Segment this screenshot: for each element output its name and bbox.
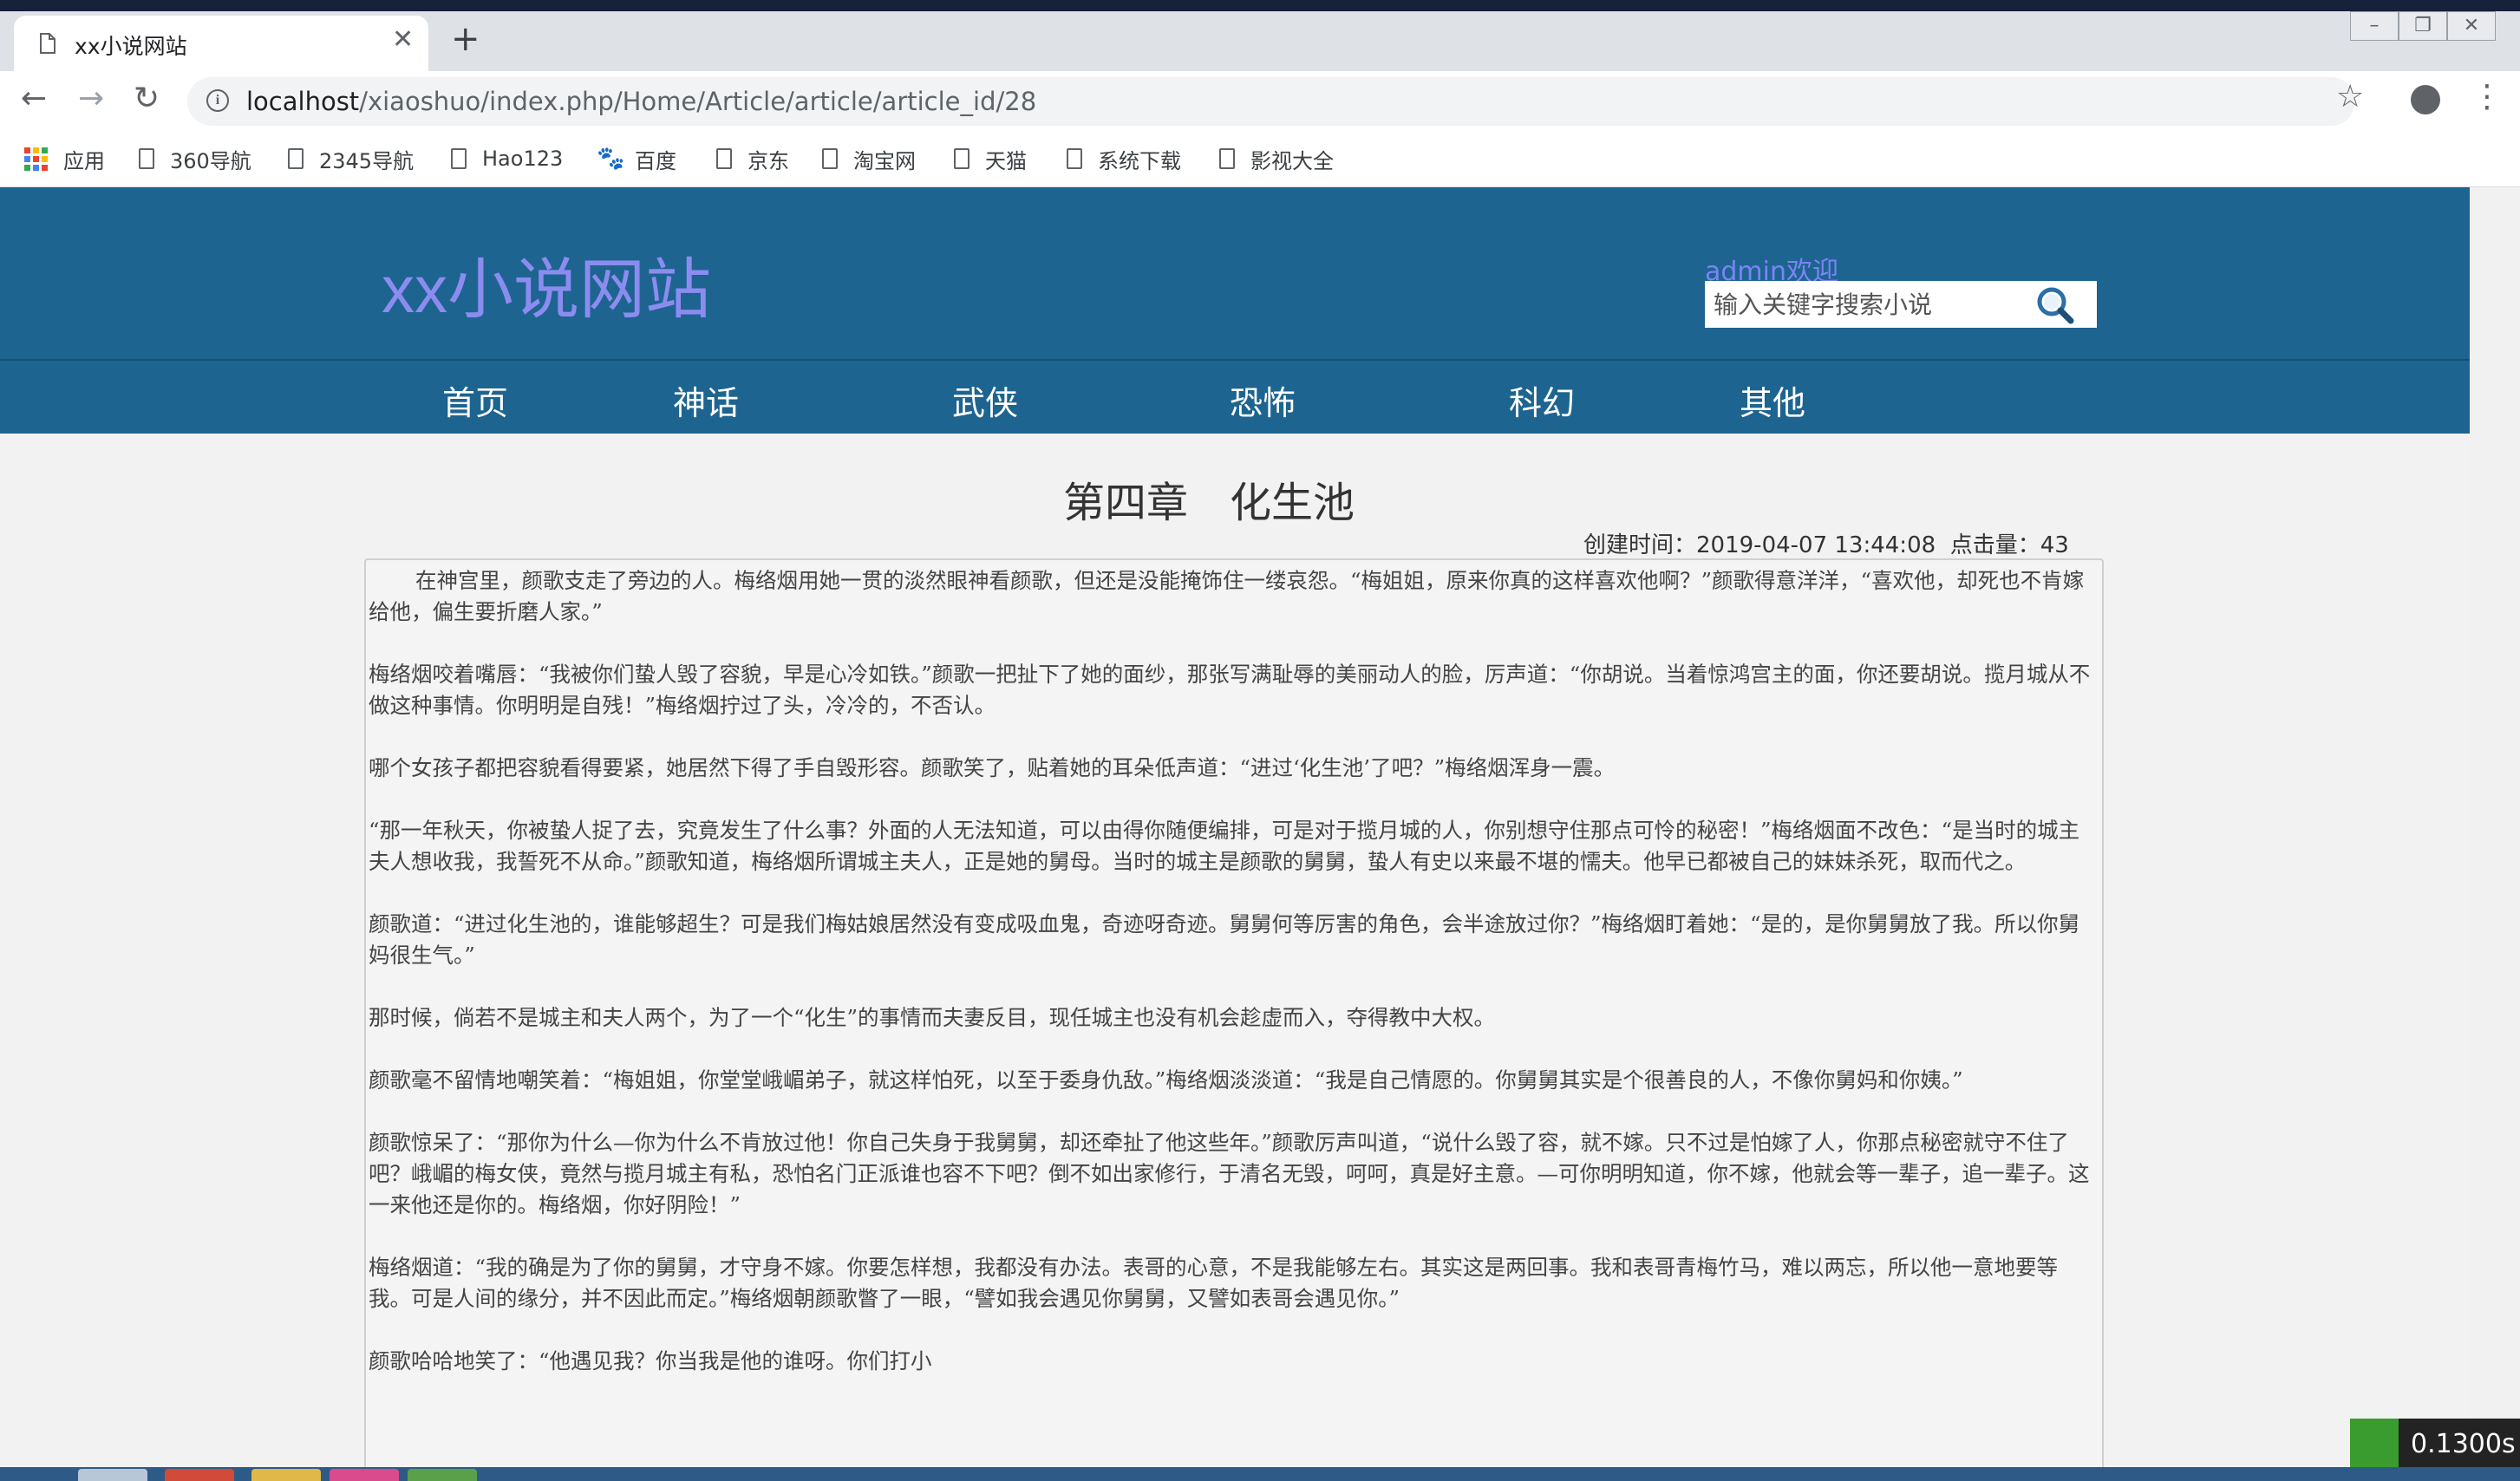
click-count: 43 — [2040, 532, 2069, 558]
paragraph: 颜歌毫不留情地嘲笑着：“梅姐姐，你堂堂峨嵋弟子，就这样怕死，以至于委身仇敌。”梅… — [369, 1067, 1963, 1093]
article-content[interactable]: 在神宫里，颜歌支走了旁边的人。梅络烟用她一贯的淡然眼神看颜歌，但还是没能掩饰住一… — [364, 558, 2104, 1478]
bookmark-360[interactable]: 360导航 — [139, 144, 251, 173]
restore-button[interactable]: ❐ — [2399, 11, 2447, 41]
created-time: 2019-04-07 13:44:08 — [1696, 532, 1936, 558]
page-icon — [716, 148, 732, 169]
apps-grid-icon — [24, 147, 48, 171]
page-icon — [954, 148, 969, 169]
browser-toolbar: ← → ↻ i localhost/xiaoshuo/index.php/Hom… — [0, 71, 2520, 132]
nav-other[interactable]: 其他 — [1740, 376, 1805, 424]
site-header: xx小说网站 admin欢迎 — [0, 187, 2470, 359]
minimize-button[interactable]: – — [2350, 11, 2399, 41]
page-icon — [40, 33, 55, 54]
paragraph: 颜歌道：“进过化生池的，谁能够超生？可是我们梅姑娘居然没有变成吸血鬼，奇迹呀奇迹… — [369, 911, 2080, 968]
browser-tab-strip: xx小说网站 ✕ + – ❐ ✕ — [0, 11, 2520, 71]
paragraph: 梅络烟咬着嘴唇：“我被你们蛰人毁了容貌，早是心冷如铁。”颜歌一把扯下了她的面纱，… — [369, 662, 2091, 718]
bookmark-tmall[interactable]: 天猫 — [954, 144, 1027, 173]
bookmark-label: 天猫 — [985, 148, 1027, 173]
nav-home[interactable]: 首页 — [442, 376, 508, 424]
close-icon[interactable]: ✕ — [392, 27, 414, 53]
page-icon — [822, 148, 838, 169]
taskbar-app[interactable] — [78, 1469, 147, 1481]
bookmark-star-icon[interactable]: ☆ — [2336, 82, 2364, 113]
page-icon — [1219, 148, 1235, 169]
bookmark-system-download[interactable]: 系统下载 — [1067, 144, 1181, 173]
paragraph: 在神宫里，颜歌支走了旁边的人。梅络烟用她一贯的淡然眼神看颜歌，但还是没能掩饰住一… — [369, 568, 2085, 624]
nav-myth[interactable]: 神话 — [673, 376, 739, 424]
paragraph: 颜歌哈哈地笑了：“他遇见我？你当我是他的谁呀。你们打小 — [369, 1348, 932, 1373]
taskbar-app[interactable] — [408, 1469, 477, 1481]
nav-wuxia[interactable]: 武侠 — [952, 376, 1018, 424]
page-icon — [1067, 148, 1082, 169]
paragraph: 那时候，倘若不是城主和夫人两个，为了一个“化生”的事情而夫妻反目，现任城主也没有… — [369, 1005, 1496, 1030]
taskbar-app[interactable] — [165, 1469, 234, 1481]
back-arrow-icon[interactable]: ← — [21, 83, 47, 114]
trace-logo-icon — [2350, 1419, 2399, 1467]
article-meta: 创建时间：2019-04-07 13:44:08 点击量：43 — [1583, 532, 2069, 558]
reload-icon[interactable]: ↻ — [134, 83, 160, 114]
paragraph: 哪个女孩子都把容貌看得要紧，她居然下得了手自毁形容。颜歌笑了，贴着她的耳朵低声道… — [369, 755, 1616, 780]
site-logo[interactable]: xx小说网站 — [382, 236, 711, 331]
bookmark-label: 京东 — [748, 148, 789, 173]
bookmark-label: 淘宝网 — [853, 148, 916, 173]
paragraph: 梅络烟道：“我的确是为了你的舅舅，才守身不嫁。你要怎样想，我都没有办法。表哥的心… — [369, 1255, 2059, 1311]
nav-horror[interactable]: 恐怖 — [1230, 376, 1296, 424]
bookmark-baidu[interactable]: 🐾 百度 — [597, 144, 676, 173]
trace-time: 0.1300s — [2411, 1429, 2516, 1459]
page-icon — [139, 148, 154, 169]
more-menu-icon[interactable]: ⋮ — [2471, 82, 2503, 113]
page-icon — [288, 148, 304, 169]
url-text[interactable]: localhost/xiaoshuo/index.php/Home/Articl… — [246, 87, 1036, 116]
bookmark-label: Hao123 — [482, 147, 564, 171]
bookmark-apps[interactable]: 应用 — [24, 144, 105, 173]
info-icon[interactable]: i — [206, 89, 229, 112]
bookmarks-bar: 应用 360导航 2345导航 Hao123 🐾 百度 京东 淘宝网 天猫 系统… — [0, 132, 2520, 187]
account-icon[interactable] — [2411, 85, 2440, 114]
forward-arrow-icon[interactable]: → — [78, 83, 104, 114]
bookmark-taobao[interactable]: 淘宝网 — [822, 144, 916, 173]
search-input[interactable] — [1705, 281, 2034, 328]
os-top-bar — [0, 0, 2520, 11]
bookmark-label: 360导航 — [170, 148, 251, 173]
window-close-button[interactable]: ✕ — [2447, 11, 2496, 41]
address-bar[interactable]: i localhost/xiaoshuo/index.php/Home/Arti… — [187, 77, 2355, 126]
nav-scifi[interactable]: 科幻 — [1509, 376, 1575, 424]
search-box — [1705, 281, 2097, 328]
page-scrollbar[interactable] — [2470, 187, 2520, 1467]
bookmark-label: 2345导航 — [319, 148, 415, 173]
page-trace-badge[interactable]: 0.1300s — [2350, 1419, 2520, 1467]
taskbar-app[interactable] — [330, 1469, 399, 1481]
bookmark-jd[interactable]: 京东 — [716, 144, 789, 173]
bookmark-movies[interactable]: 影视大全 — [1219, 144, 1334, 173]
page-icon — [451, 148, 467, 169]
bookmark-label: 系统下载 — [1098, 148, 1181, 173]
bookmark-hao123[interactable]: Hao123 — [451, 144, 563, 173]
bookmark-label: 百度 — [635, 148, 676, 173]
browser-tab[interactable]: xx小说网站 ✕ — [14, 16, 428, 71]
search-icon[interactable] — [2031, 284, 2079, 324]
baidu-paw-icon: 🐾 — [597, 146, 625, 172]
bookmark-label: 影视大全 — [1250, 148, 1334, 173]
bookmark-label: 应用 — [63, 148, 105, 173]
article-title: 第四章 化生池 — [1062, 479, 1355, 527]
taskbar-app[interactable] — [251, 1469, 321, 1481]
category-nav: 首页 神话 武侠 恐怖 科幻 其他 — [0, 359, 2470, 434]
new-tab-button[interactable]: + — [451, 22, 480, 56]
bookmark-2345[interactable]: 2345导航 — [288, 144, 414, 173]
paragraph: “那一年秋天，你被蛰人捉了去，究竟发生了什么事？外面的人无法知道，可以由得你随便… — [369, 818, 2080, 874]
tab-title: xx小说网站 — [75, 34, 187, 59]
paragraph: 颜歌惊呆了：“那你为什么—你为什么不肯放过他！你自己失身于我舅舅，却还牵扯了他这… — [369, 1130, 2090, 1217]
